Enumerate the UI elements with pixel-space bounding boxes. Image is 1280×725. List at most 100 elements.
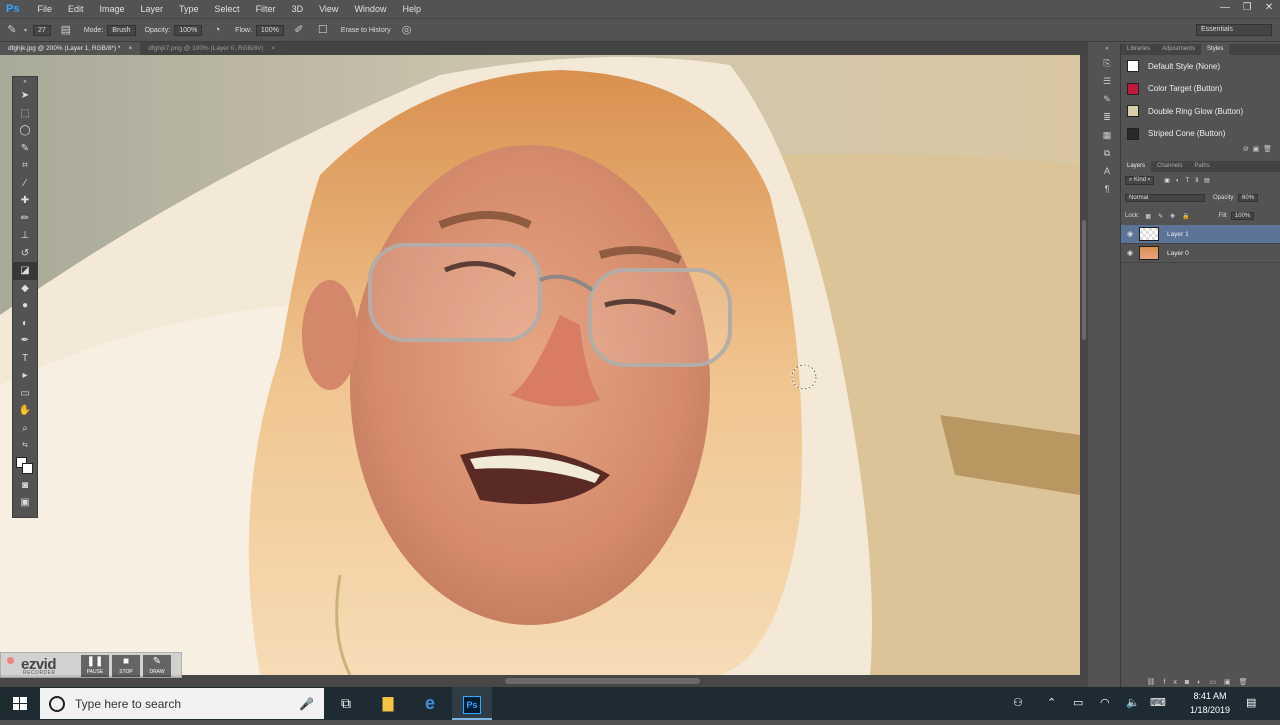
stop-button[interactable]: ■ STOP <box>112 655 140 677</box>
delete-layer-icon[interactable]: 🗑 <box>1239 679 1256 686</box>
eraser-tool-icon[interactable]: ◪ <box>13 262 37 280</box>
menu-view[interactable]: View <box>311 4 346 14</box>
wifi-icon[interactable]: ◠ <box>1100 696 1110 709</box>
clear-style-icon[interactable]: ⊘ <box>1243 146 1249 153</box>
edge-browser-icon[interactable]: e <box>410 687 450 720</box>
quick-select-tool-icon[interactable]: ✎ <box>13 140 37 158</box>
horizontal-scroll-thumb[interactable] <box>505 678 700 684</box>
menu-layer[interactable]: Layer <box>133 4 172 14</box>
swatches-icon[interactable]: ▦ <box>1096 126 1118 144</box>
properties-panel-icon[interactable]: ☰ <box>1096 72 1118 90</box>
layer-row[interactable]: ◉ Layer 1 <box>1121 225 1280 244</box>
fill-field[interactable]: 100% <box>1230 212 1255 220</box>
draw-button[interactable]: ✎ DRAW <box>143 655 171 677</box>
opacity-field[interactable]: 100% <box>174 24 203 36</box>
battery-icon[interactable]: ▭ <box>1073 696 1083 709</box>
menu-edit[interactable]: Edit <box>60 4 92 14</box>
delete-style-icon[interactable]: 🗑 <box>1263 146 1272 153</box>
path-select-tool-icon[interactable]: ▸ <box>13 367 37 385</box>
taskbar-search-box[interactable]: Type here to search 🎤 <box>40 688 324 719</box>
history-panel-icon[interactable]: ⎘ <box>1096 54 1118 72</box>
keyboard-icon[interactable]: ⌨ <box>1150 696 1166 709</box>
dodge-tool-icon[interactable]: ◐ <box>13 315 37 333</box>
style-item[interactable]: Default Style (None) <box>1121 55 1280 78</box>
pen-tool-icon[interactable]: ✒ <box>13 332 37 350</box>
healing-brush-tool-icon[interactable]: ✚ <box>13 192 37 210</box>
eyedropper-tool-icon[interactable]: ⁄ <box>13 175 37 193</box>
volume-icon[interactable]: 🔈 <box>1126 696 1140 709</box>
color-swatches-icon[interactable] <box>13 455 37 477</box>
style-item[interactable]: Color Target (Button) <box>1121 78 1280 101</box>
tab-channels[interactable]: Channels <box>1151 161 1188 172</box>
workspace-switcher[interactable]: Essentials <box>1196 24 1272 36</box>
tab-paths[interactable]: Paths <box>1188 161 1215 172</box>
task-view-icon[interactable]: ⧉ <box>326 687 366 720</box>
menu-select[interactable]: Select <box>207 4 248 14</box>
new-group-icon[interactable]: ▭ <box>1209 679 1224 686</box>
quick-mask-icon[interactable]: ◙ <box>13 477 37 495</box>
pause-button[interactable]: ❚❚ PAUSE <box>81 655 109 677</box>
pressure-opacity-icon[interactable]: ◔ <box>209 22 225 38</box>
collapse-toolbox-icon[interactable]: » <box>13 77 37 87</box>
new-layer-icon[interactable]: ▣ <box>1224 679 1239 686</box>
menu-type[interactable]: Type <box>171 4 207 14</box>
type-tool-icon[interactable]: T <box>13 350 37 368</box>
filter-type-icons[interactable]: ▣◐TⅡ▤ <box>1164 177 1216 184</box>
menu-3d[interactable]: 3D <box>284 4 312 14</box>
layer-comps-icon[interactable]: ⧉ <box>1096 144 1118 162</box>
close-tab-icon[interactable]: × <box>271 45 275 52</box>
brush-size-picker[interactable]: 27 <box>33 24 51 36</box>
hand-tool-icon[interactable]: ✋ <box>13 402 37 420</box>
menu-help[interactable]: Help <box>394 4 429 14</box>
character-panel-icon[interactable]: A <box>1096 162 1118 180</box>
tab-layers[interactable]: Layers <box>1121 161 1152 172</box>
blend-mode-select[interactable]: Normal <box>1125 194 1205 202</box>
layer-row[interactable]: ◉ Layer 0 <box>1121 244 1280 263</box>
clone-stamp-tool-icon[interactable]: ⊥ <box>13 227 37 245</box>
menu-image[interactable]: Image <box>92 4 133 14</box>
tab-libraries[interactable]: Libraries <box>1121 44 1156 55</box>
screen-mode-icon[interactable]: ▣ <box>13 494 37 512</box>
link-layers-icon[interactable]: ⛓ <box>1147 679 1164 686</box>
visibility-eye-icon[interactable]: ◉ <box>1121 230 1139 238</box>
erase-to-history-checkbox[interactable]: ☐ <box>315 22 331 38</box>
vertical-scrollbar[interactable] <box>1080 55 1088 675</box>
start-button[interactable] <box>0 687 40 720</box>
zoom-tool-icon[interactable]: ⌕ <box>13 420 37 438</box>
minimize-button[interactable]: — <box>1214 0 1236 18</box>
history-brush-tool-icon[interactable]: ↺ <box>13 245 37 263</box>
marquee-tool-icon[interactable]: ⬚ <box>13 105 37 123</box>
kind-filter-select[interactable]: ⌕ Kind ▾ <box>1125 176 1155 185</box>
document-canvas[interactable] <box>0 55 1080 675</box>
notifications-icon[interactable]: ▤ <box>1246 696 1256 709</box>
shape-tool-icon[interactable]: ▭ <box>13 385 37 403</box>
close-tab-icon[interactable]: × <box>128 45 132 52</box>
paragraph-panel-icon[interactable]: ¶ <box>1096 180 1118 198</box>
flow-field[interactable]: 100% <box>255 24 284 36</box>
microphone-icon[interactable]: 🎤 <box>299 697 314 711</box>
visibility-eye-icon[interactable]: ◉ <box>1121 249 1139 257</box>
doc-tab-active[interactable]: dfghjk.jpg @ 200% (Layer 1, RGB/8*) * × <box>0 42 141 55</box>
fx-icon[interactable]: fx <box>1163 679 1184 686</box>
pressure-size-icon[interactable]: ◎ <box>399 22 415 38</box>
menu-file[interactable]: File <box>29 4 60 14</box>
new-style-icon[interactable]: ▣ <box>1253 146 1260 153</box>
blur-tool-icon[interactable]: ● <box>13 297 37 315</box>
vertical-scroll-thumb[interactable] <box>1082 220 1086 340</box>
brush-panel-icon[interactable]: ▤ <box>58 22 74 38</box>
mode-select[interactable]: Brush <box>107 24 136 36</box>
tab-adjustments[interactable]: Adjustments <box>1156 44 1201 55</box>
menu-filter[interactable]: Filter <box>248 4 284 14</box>
restore-button[interactable]: ❐ <box>1236 0 1258 18</box>
style-item[interactable]: Striped Cone (Button) <box>1121 123 1280 146</box>
system-clock[interactable]: 8:41 AM 1/18/2019 <box>1180 689 1240 717</box>
lock-icons[interactable]: ▦✎✥🔒 <box>1145 213 1196 220</box>
show-hidden-icons-icon[interactable]: ⌃ <box>1047 696 1056 709</box>
adjustment-layer-icon[interactable]: ◐ <box>1197 679 1209 686</box>
tab-styles[interactable]: Styles <box>1201 44 1230 55</box>
airbrush-icon[interactable]: ✐ <box>291 22 307 38</box>
add-mask-icon[interactable]: ◙ <box>1185 679 1197 686</box>
collapse-panels-icon[interactable]: « <box>1096 44 1118 54</box>
swap-colors-icon[interactable]: ⇆ <box>13 437 37 455</box>
people-icon[interactable]: ⚇ <box>1013 696 1023 709</box>
